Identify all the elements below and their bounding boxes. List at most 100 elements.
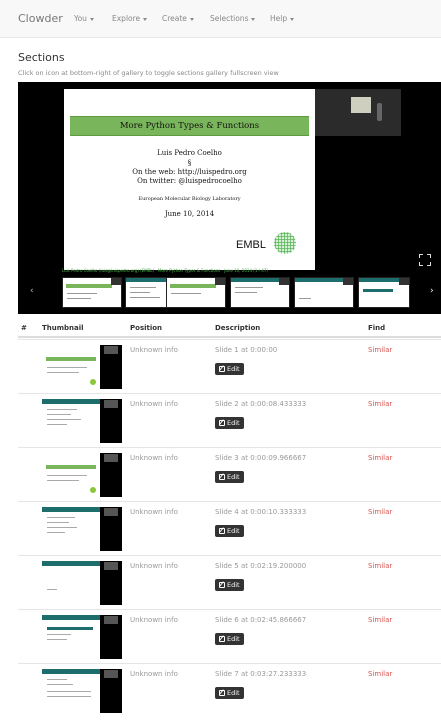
brand-logo[interactable]: Clowder xyxy=(18,12,63,25)
thumb-line xyxy=(47,639,67,640)
speaker-video xyxy=(315,89,401,136)
strip-thumb[interactable] xyxy=(166,277,226,308)
thumb-line xyxy=(47,527,77,528)
row-thumbnail[interactable] xyxy=(42,669,122,713)
row-thumbnail[interactable] xyxy=(42,507,122,551)
edit-label: Edit xyxy=(227,635,240,643)
row-thumbnail[interactable] xyxy=(42,453,122,497)
chevron-left-icon[interactable]: ‹ xyxy=(30,286,34,296)
edit-label: Edit xyxy=(227,419,240,427)
thumb-video xyxy=(104,508,118,516)
row-position: Unknown info xyxy=(130,616,178,624)
thumb-bar xyxy=(46,357,96,361)
thumb-video xyxy=(279,278,289,285)
row-description: Slide 3 at 0:00:09.966667 xyxy=(215,454,307,462)
thumb-line xyxy=(47,634,71,635)
thumb-bar xyxy=(42,669,100,674)
page-subtitle: Click on icon at bottom-right of gallery… xyxy=(18,69,279,77)
strip-thumb[interactable] xyxy=(294,277,354,308)
caret-down-icon xyxy=(251,17,256,21)
slide-symbol: § xyxy=(187,159,192,167)
thumb-video xyxy=(104,346,118,354)
edit-button[interactable]: Edit xyxy=(215,471,244,483)
nav-help[interactable]: Help xyxy=(270,14,295,23)
nav-selections[interactable]: Selections xyxy=(210,14,256,23)
thumb-line xyxy=(130,297,160,298)
nav-create[interactable]: Create xyxy=(162,14,194,23)
thumb-page xyxy=(42,507,100,551)
expand-icon[interactable] xyxy=(419,254,431,266)
strip-thumb[interactable] xyxy=(62,277,122,308)
edit-icon xyxy=(219,690,225,696)
row-description: Slide 5 at 0:02:19.200000 xyxy=(215,562,307,570)
col-header-thumbnail: Thumbnail xyxy=(42,324,84,332)
caret-down-icon xyxy=(189,17,194,21)
col-header-find: Find xyxy=(368,324,386,332)
row-position: Unknown info xyxy=(130,508,178,516)
thumb-logo xyxy=(90,379,96,385)
chevron-right-icon[interactable]: › xyxy=(430,286,434,296)
thumb-line xyxy=(47,480,79,481)
similar-link[interactable]: Similar xyxy=(368,508,392,516)
similar-link[interactable]: Similar xyxy=(368,562,392,570)
thumb-line xyxy=(67,298,91,299)
slide-title-bar: More Python Types & Functions xyxy=(70,116,309,136)
thumb-line xyxy=(67,293,97,294)
thumb-line xyxy=(47,475,87,476)
slide-web: On the web: http://luispedro.org xyxy=(132,168,247,176)
thumb-line xyxy=(47,424,67,425)
row-description: Slide 1 at 0:00:00 xyxy=(215,346,278,354)
row-description: Slide 2 at 0:00:08.433333 xyxy=(215,400,307,408)
thumb-line xyxy=(47,691,91,692)
row-thumbnail[interactable] xyxy=(42,345,122,389)
nav-you[interactable]: You xyxy=(74,14,94,23)
thumb-bar xyxy=(42,399,100,404)
similar-link[interactable]: Similar xyxy=(368,454,392,462)
expand-corner xyxy=(419,254,423,258)
thumb-line xyxy=(47,367,87,368)
thumb-video xyxy=(111,278,121,285)
similar-link[interactable]: Similar xyxy=(368,670,392,678)
thumb-line xyxy=(47,589,57,590)
row-position: Unknown info xyxy=(130,400,178,408)
thumb-line xyxy=(235,287,263,288)
edit-button[interactable]: Edit xyxy=(215,417,244,429)
embl-logo-icon xyxy=(274,232,296,254)
thumb-video xyxy=(399,278,409,285)
edit-button[interactable]: Edit xyxy=(215,525,244,537)
col-header-description: Description xyxy=(215,324,261,332)
table-row: Unknown info Slide 3 at 0:00:09.966667 E… xyxy=(18,447,441,501)
edit-button[interactable]: Edit xyxy=(215,687,244,699)
nav-explore[interactable]: Explore xyxy=(112,14,148,23)
similar-link[interactable]: Similar xyxy=(368,400,392,408)
embl-logo-text: EMBL xyxy=(236,239,266,251)
thumbnail-strip: ‹ › xyxy=(18,274,441,314)
similar-link[interactable]: Similar xyxy=(368,616,392,624)
thumb-page xyxy=(42,345,100,389)
table-row: Unknown info Slide 4 at 0:00:10.333333 E… xyxy=(18,501,441,555)
row-thumbnail[interactable] xyxy=(42,399,122,443)
similar-link[interactable]: Similar xyxy=(368,346,392,354)
strip-thumb[interactable] xyxy=(358,277,410,308)
current-slide: More Python Types & Functions Luis Pedro… xyxy=(64,89,315,270)
expand-corner xyxy=(427,254,431,258)
thumb-video xyxy=(104,670,118,678)
thumb-logo xyxy=(90,487,96,493)
edit-button[interactable]: Edit xyxy=(215,633,244,645)
thumb-bar xyxy=(42,507,100,512)
edit-button[interactable]: Edit xyxy=(215,363,244,375)
expand-corner xyxy=(419,262,423,266)
table-row: Unknown info Slide 1 at 0:00:00 Edit Sim… xyxy=(18,339,441,393)
edit-icon xyxy=(219,582,225,588)
thumb-page xyxy=(42,453,100,497)
thumb-bar xyxy=(46,465,96,469)
edit-button[interactable]: Edit xyxy=(215,579,244,591)
sections-gallery[interactable]: More Python Types & Functions Luis Pedro… xyxy=(18,82,441,314)
row-description: Slide 4 at 0:00:10.333333 xyxy=(215,508,307,516)
thumb-page xyxy=(42,561,100,605)
row-thumbnail[interactable] xyxy=(42,561,122,605)
row-thumbnail[interactable] xyxy=(42,615,122,659)
row-description: Slide 6 at 0:02:45.866667 xyxy=(215,616,307,624)
strip-thumb[interactable] xyxy=(230,277,290,308)
slide-title: More Python Types & Functions xyxy=(119,121,260,131)
